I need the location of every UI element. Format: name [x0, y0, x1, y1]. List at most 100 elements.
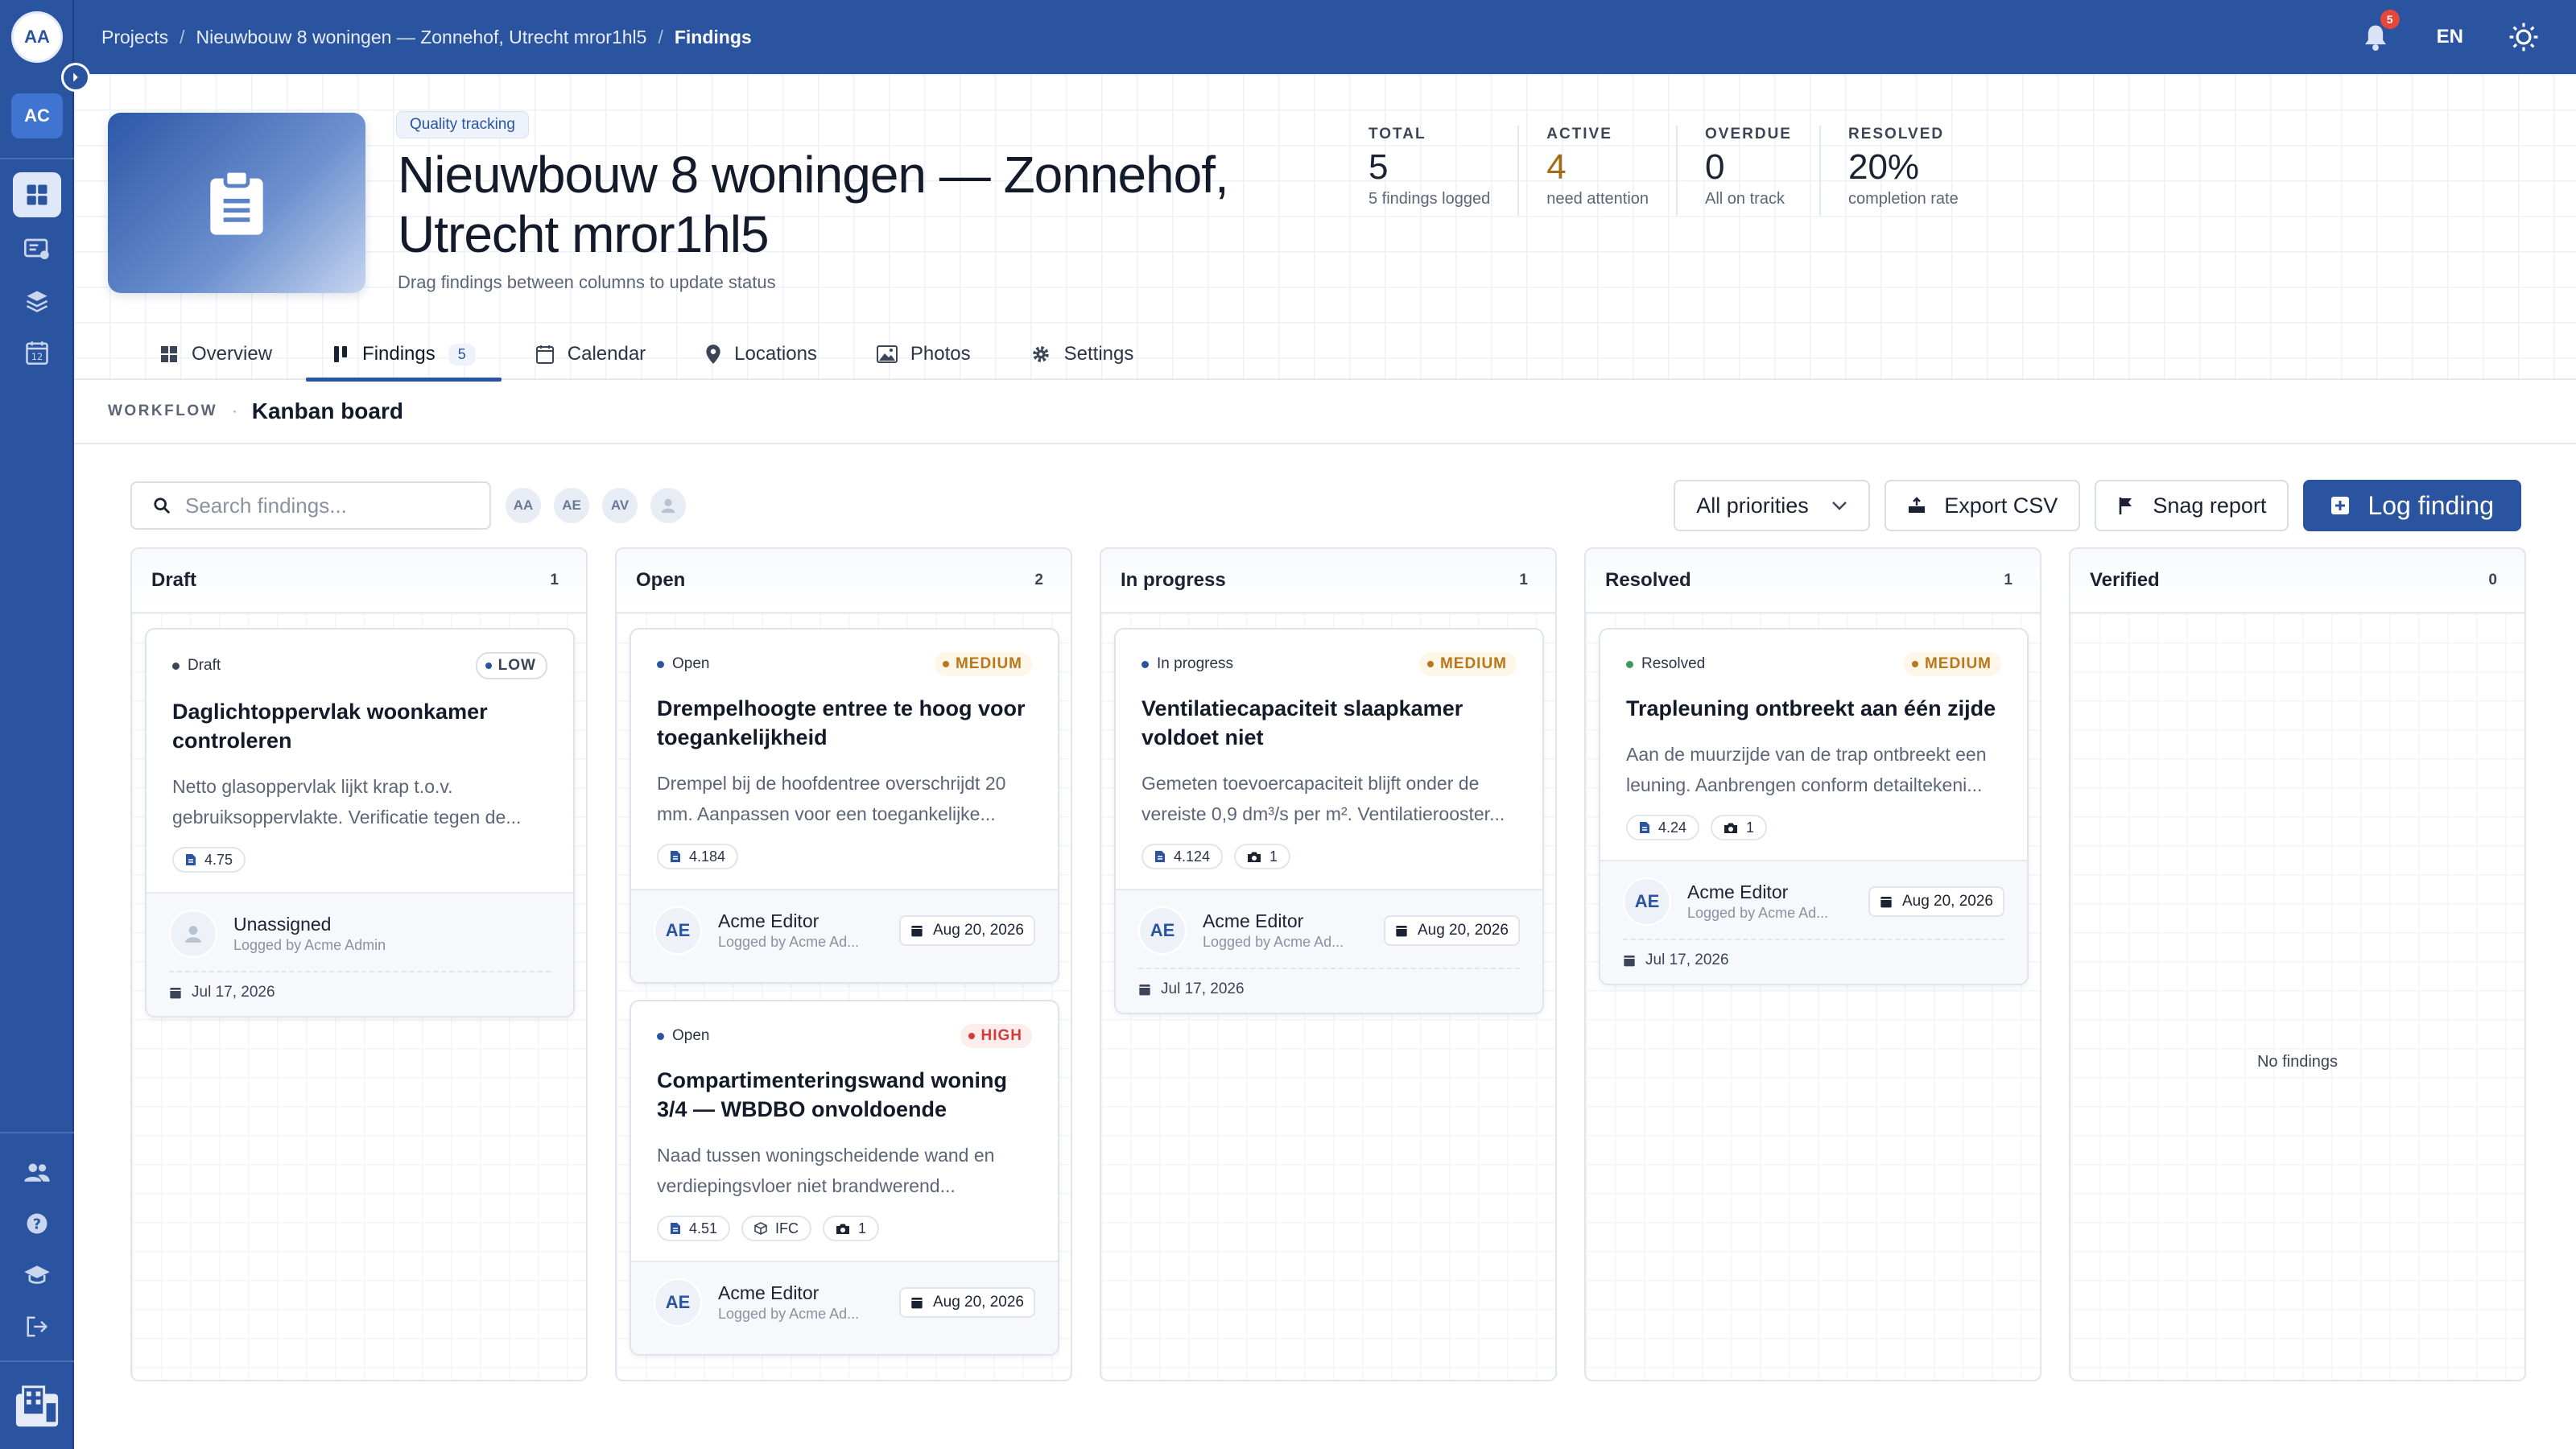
- workspace-switcher[interactable]: AC: [11, 93, 63, 138]
- reference-tag: 4.124: [1141, 844, 1224, 869]
- tab-overview[interactable]: Overview: [134, 328, 298, 380]
- nav-reports[interactable]: [13, 227, 61, 272]
- tab-calendar[interactable]: Calendar: [510, 328, 671, 380]
- user-avatar[interactable]: AA: [11, 11, 63, 63]
- left-rail: AA AC 12 ?: [0, 0, 90, 1449]
- column-resolved[interactable]: Resolved 1 Resolved MEDIUM Trapleuning o…: [1584, 547, 2041, 1381]
- tab-findings[interactable]: Findings 5: [306, 328, 502, 382]
- rail-divider: [0, 158, 74, 159]
- search-input[interactable]: Search findings...: [130, 481, 491, 530]
- date-chip: Aug 20, 2026: [1868, 886, 2004, 917]
- nav-layers[interactable]: [13, 279, 61, 324]
- photo-count-tag: 1: [823, 1216, 880, 1241]
- grid-icon: [161, 346, 177, 362]
- tab-label: Locations: [734, 343, 817, 365]
- report-icon: [24, 238, 49, 259]
- export-csv-label: Export CSV: [1944, 493, 2058, 518]
- date-chip: Aug 20, 2026: [1383, 915, 1520, 946]
- priority-filter-select[interactable]: All priorities: [1674, 480, 1871, 531]
- nav-help[interactable]: ?: [13, 1201, 61, 1246]
- avatar: AE: [1623, 877, 1671, 926]
- breadcrumb-separator: /: [180, 26, 185, 47]
- stat-caption: 5 findings logged: [1368, 190, 1491, 208]
- column-title: Open: [636, 569, 686, 591]
- snag-report-button[interactable]: Snag report: [2095, 480, 2289, 531]
- finding-title: Compartimenteringswand woning 3/4 — WBDB…: [657, 1068, 1008, 1121]
- camera-icon: [836, 1224, 850, 1234]
- tab-count-badge: 5: [448, 343, 476, 365]
- finding-description: Naad tussen woningscheidende wand en ver…: [657, 1145, 995, 1196]
- finding-card[interactable]: Resolved MEDIUM Trapleuning ontbreekt aa…: [1599, 628, 2029, 985]
- assignee-filter-ae[interactable]: AE: [554, 488, 589, 523]
- finding-title: Drempelhoogte entree te hoog voor toegan…: [657, 696, 1026, 749]
- breadcrumb-projects[interactable]: Projects: [101, 27, 168, 48]
- quality-tracking-chip: Quality tracking: [396, 111, 529, 138]
- stat-label: ACTIVE: [1546, 126, 1612, 142]
- log-finding-label: Log finding: [2368, 490, 2494, 520]
- column-count: 1: [2004, 572, 2013, 588]
- stat-caption: completion rate: [1847, 190, 1959, 208]
- language-switcher[interactable]: EN: [2437, 26, 2463, 48]
- document-icon: [186, 854, 196, 865]
- column-open[interactable]: Open 2 Open MEDIUM Drempelhoogte entree …: [615, 547, 1072, 1381]
- assignee-filters: AA AE AV: [506, 488, 686, 523]
- dashboard-icon: [27, 184, 47, 205]
- column-in-progress[interactable]: In progress 1 In progress MEDIUM Ventila…: [1100, 547, 1557, 1381]
- nav-learning[interactable]: [13, 1253, 61, 1298]
- stat-value: 4: [1546, 147, 1567, 187]
- tab-label: Overview: [192, 343, 273, 365]
- plus-square-icon: [2331, 497, 2350, 514]
- kanban-board: Draft 1 Draft LOW Daglichtoppervlak woon…: [130, 547, 2526, 1381]
- column-header: In progress 1: [1101, 549, 1555, 613]
- finding-card[interactable]: Draft LOW Daglichtoppervlak woonkamer co…: [145, 628, 575, 1018]
- collapse-sidebar-button[interactable]: [61, 63, 90, 92]
- search-icon: [154, 497, 171, 514]
- stat-caption: All on track: [1705, 190, 1785, 208]
- finding-description: Netto glasoppervlak lijkt krap t.o.v. ge…: [172, 776, 522, 828]
- column-count: 1: [550, 572, 559, 588]
- breadcrumb-project[interactable]: Nieuwbouw 8 woningen — Zonnehof, Utrecht…: [196, 27, 646, 48]
- chevron-down-icon: [1832, 502, 1847, 510]
- assignee-filter-aa[interactable]: AA: [506, 488, 541, 523]
- finding-card[interactable]: Open MEDIUM Drempelhoogte entree te hoog…: [630, 628, 1059, 984]
- theme-toggle-sun-icon[interactable]: [2508, 22, 2539, 52]
- calendar-icon: [170, 988, 181, 999]
- notifications-badge: 5: [2380, 10, 2400, 29]
- finding-description: Gemeten toevoercapaciteit blijft onder d…: [1141, 773, 1505, 824]
- finding-card[interactable]: Open HIGH Compartimenteringswand woning …: [630, 1000, 1059, 1356]
- project-tabs: Overview Findings 5 Calendar Locations P…: [74, 328, 2576, 382]
- tab-locations[interactable]: Locations: [679, 328, 843, 380]
- breadcrumb-current: Findings: [674, 26, 752, 47]
- help-icon: ?: [27, 1213, 47, 1234]
- column-count: 1: [1519, 572, 1528, 588]
- tab-photos[interactable]: Photos: [851, 328, 997, 380]
- flag-icon: [2120, 497, 2132, 514]
- column-header: Open 2: [617, 549, 1071, 613]
- reference-tag: 4.24: [1626, 815, 1700, 840]
- stat-label: OVERDUE: [1705, 126, 1792, 142]
- tab-settings[interactable]: Settings: [1005, 328, 1160, 380]
- assignee-name: Acme Editor: [1203, 910, 1304, 931]
- assignee-name: Acme Editor: [718, 910, 819, 931]
- stat-value: 0: [1705, 147, 1725, 187]
- assignee-name: Acme Editor: [718, 1282, 819, 1303]
- nav-team[interactable]: [13, 1150, 61, 1195]
- nav-dashboard[interactable]: [13, 172, 61, 217]
- assignee-filter-av[interactable]: AV: [602, 488, 638, 523]
- svg-text:?: ?: [33, 1216, 41, 1232]
- stat-value: 20%: [1847, 147, 1920, 187]
- date-chip: Aug 20, 2026: [898, 1287, 1035, 1318]
- notifications-button[interactable]: 5: [2359, 10, 2400, 53]
- finding-card[interactable]: In progress MEDIUM Ventilatiecapaciteit …: [1114, 628, 1544, 1014]
- app-logo[interactable]: [0, 1360, 74, 1449]
- calendar-icon: [1880, 897, 1892, 908]
- date-chip: Aug 20, 2026: [898, 915, 1035, 946]
- log-finding-button[interactable]: Log finding: [2303, 480, 2521, 531]
- export-csv-button[interactable]: Export CSV: [1885, 480, 2081, 531]
- nav-logout[interactable]: [13, 1304, 61, 1349]
- column-verified[interactable]: Verified 0 No findings: [2069, 547, 2526, 1381]
- tab-label: Settings: [1063, 343, 1134, 365]
- nav-calendar[interactable]: 12: [13, 330, 61, 375]
- column-draft[interactable]: Draft 1 Draft LOW Daglichtoppervlak woon…: [130, 547, 588, 1381]
- assignee-filter-unassigned[interactable]: [650, 488, 686, 523]
